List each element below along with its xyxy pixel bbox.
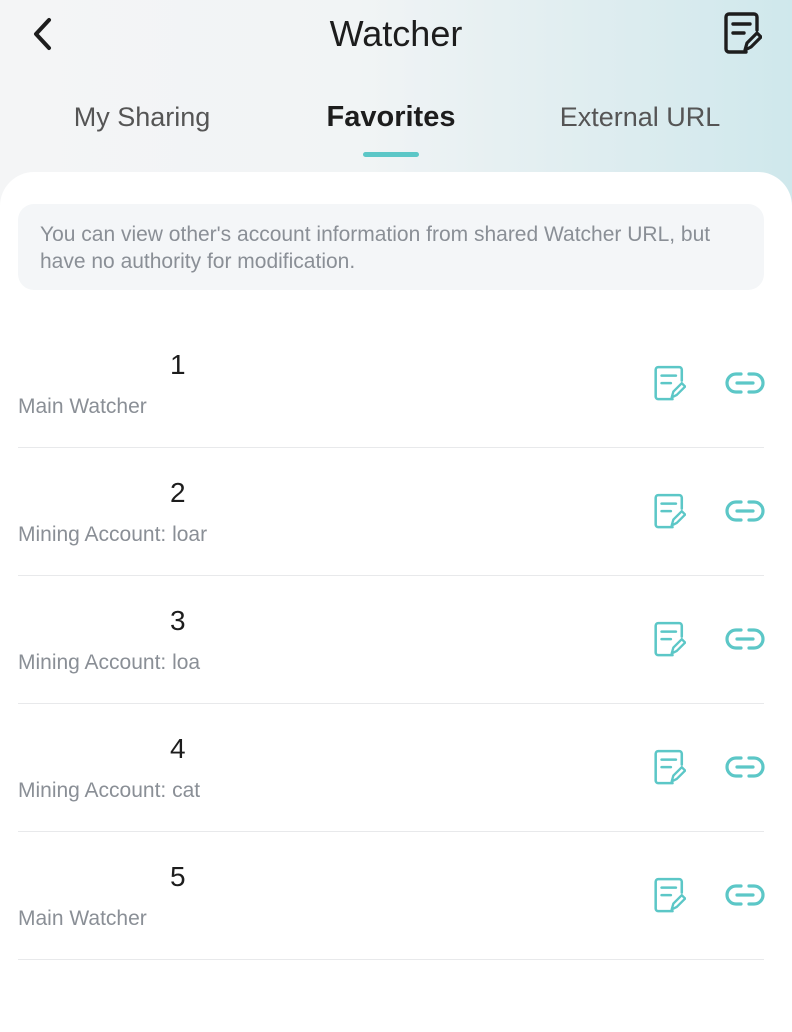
item-number: 3 [170,605,186,636]
link-button[interactable] [723,750,767,784]
header: Watcher My Sharing Favorites External UR… [0,0,792,180]
item-subtitle: Mining Account: cat [18,779,201,802]
redacted-name [18,864,164,894]
list-item[interactable]: 1 Main Watcher [18,320,767,448]
item-name: 1 [18,348,186,382]
active-tab-indicator [363,152,419,157]
link-button[interactable] [723,366,767,400]
edit-button[interactable] [652,876,688,916]
edit-note-icon [654,621,686,657]
link-icon [725,500,765,522]
item-number: 4 [170,733,186,764]
edit-button[interactable] [652,364,688,404]
edit-note-icon [654,749,686,785]
link-icon [725,372,765,394]
tab-external-url[interactable]: External URL [548,96,732,140]
edit-button[interactable] [652,748,688,788]
edit-note-icon [724,12,762,54]
item-number: 5 [170,861,186,892]
item-number: 2 [170,477,186,508]
item-name: 4 [18,732,186,766]
item-subtitle: Mining Account: loa [18,651,201,674]
item-subtitle: Main Watcher [18,395,147,418]
item-subtitle: Mining Account: loar [18,523,208,546]
edit-note-icon [654,365,686,401]
redacted-name [18,352,164,382]
edit-note-icon [654,877,686,913]
link-button[interactable] [723,494,767,528]
content-panel: You can view other's account information… [0,172,792,1032]
link-button[interactable] [723,878,767,912]
item-name: 5 [18,860,186,894]
edit-note-icon [654,493,686,529]
header-edit-button[interactable] [720,10,766,58]
link-icon [725,756,765,778]
list-item[interactable]: 3 Mining Account: loa [18,576,767,704]
list-item[interactable]: 2 Mining Account: loar [18,448,767,576]
watcher-list: 1 Main Watcher 2 Mining Account: loar 3 … [18,320,767,960]
tab-my-sharing[interactable]: My Sharing [62,96,222,140]
redacted-name [18,608,164,638]
info-notice: You can view other's account information… [18,204,764,290]
redacted-name [18,736,164,766]
list-item[interactable]: 5 Main Watcher [18,832,767,960]
redacted-name [18,480,164,510]
item-name: 2 [18,476,186,510]
page-title: Watcher [329,13,463,54]
tab-favorites[interactable]: Favorites [311,96,471,140]
edit-button[interactable] [652,620,688,660]
item-subtitle: Main Watcher [18,907,147,930]
link-icon [725,884,765,906]
link-icon [725,628,765,650]
item-name: 3 [18,604,186,638]
link-button[interactable] [723,622,767,656]
tab-bar: My Sharing Favorites External URL [0,96,792,160]
edit-button[interactable] [652,492,688,532]
list-item[interactable]: 4 Mining Account: cat [18,704,767,832]
item-number: 1 [170,349,186,380]
